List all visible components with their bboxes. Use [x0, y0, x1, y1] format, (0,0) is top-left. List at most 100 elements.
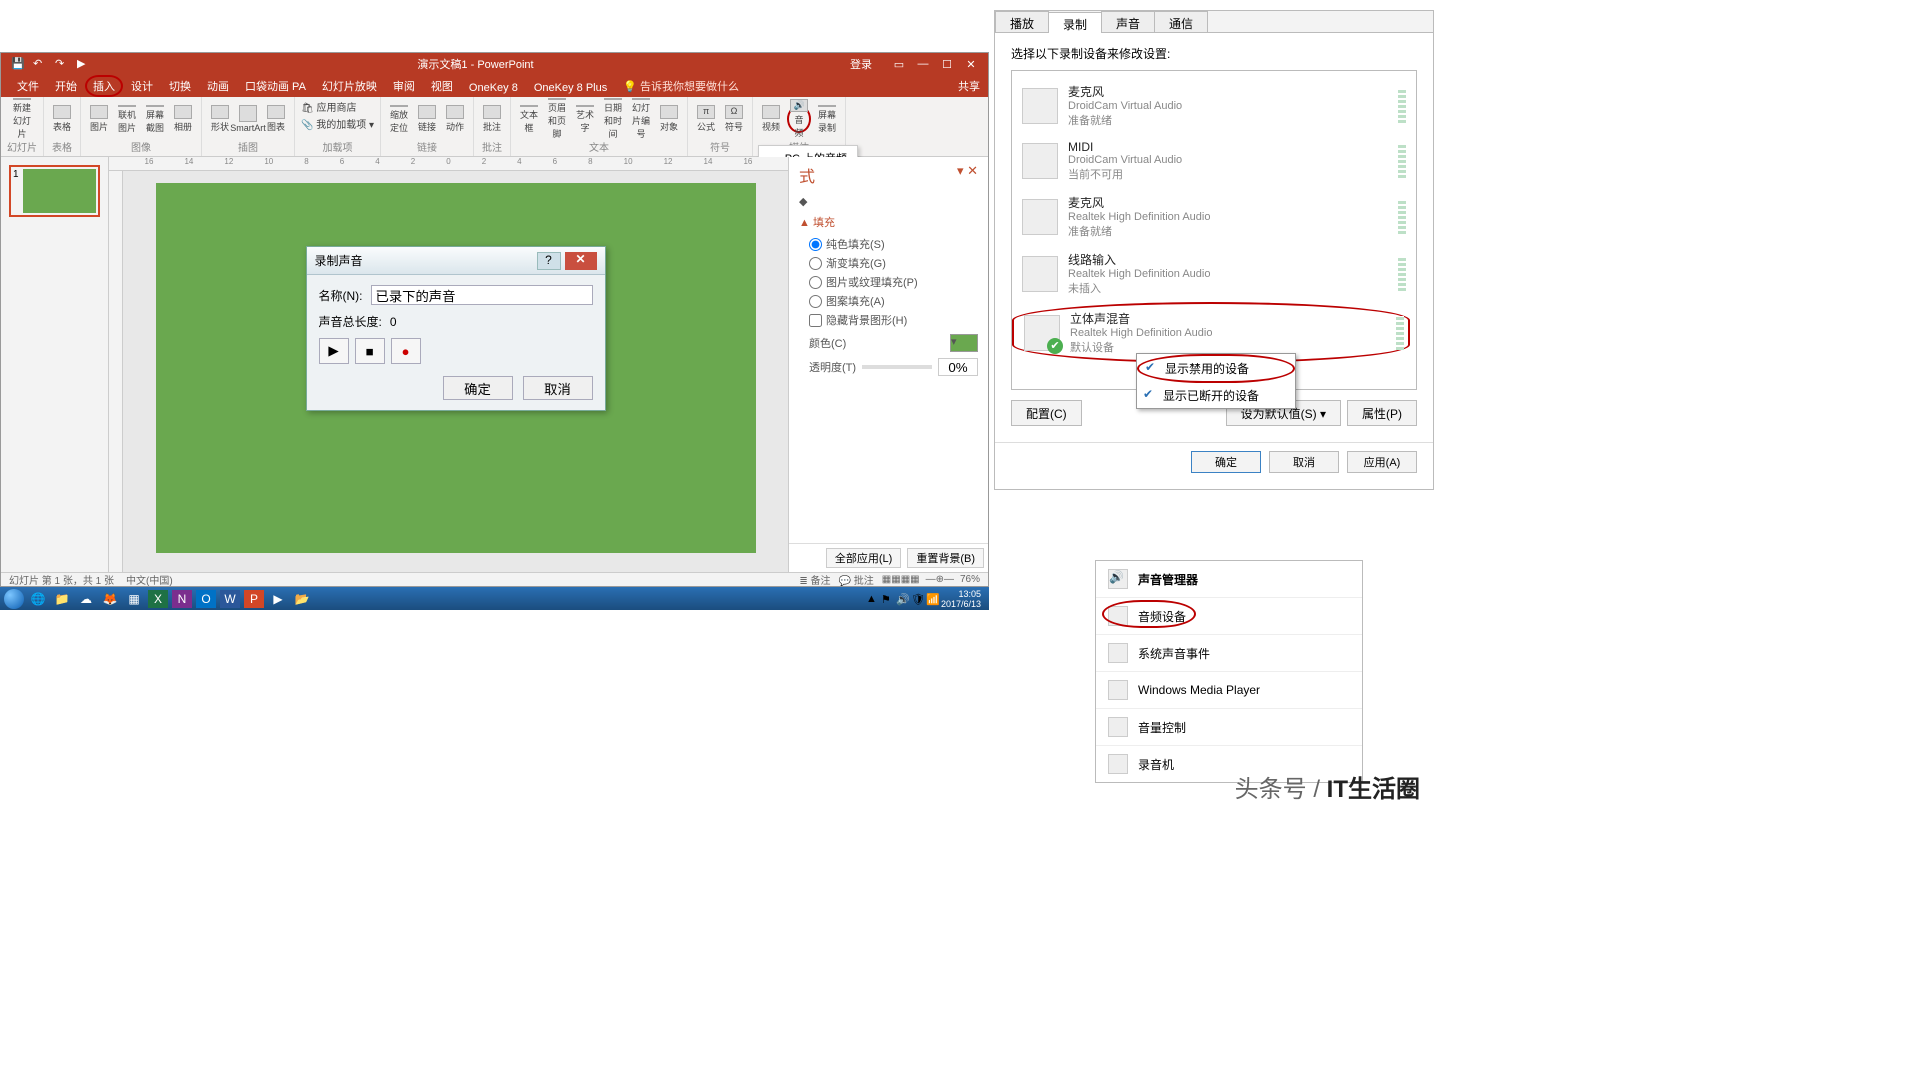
- tray-icon[interactable]: 🛡: [911, 593, 923, 605]
- device-item[interactable]: 麦克风DroidCam Virtual Audio准备就绪: [1018, 77, 1410, 134]
- folder-icon[interactable]: 📂: [292, 590, 312, 608]
- tab-pocket-anim[interactable]: 口袋动画 PA: [237, 75, 314, 97]
- apply-all-button[interactable]: 全部应用(L): [826, 548, 901, 568]
- powerpoint-icon[interactable]: P: [244, 590, 264, 608]
- thumbnail-1[interactable]: 1: [9, 165, 100, 217]
- audio-devices-item[interactable]: 音频设备: [1096, 598, 1362, 635]
- explorer-icon[interactable]: 📁: [52, 590, 72, 608]
- view-slideshow-icon[interactable]: ▦: [910, 574, 919, 585]
- outlook-icon[interactable]: O: [196, 590, 216, 608]
- tab-view[interactable]: 视图: [423, 75, 461, 97]
- tab-transitions[interactable]: 切换: [161, 75, 199, 97]
- close-icon[interactable]: ✕: [565, 252, 597, 270]
- play-button[interactable]: ▶: [319, 338, 349, 364]
- comments-button[interactable]: 💬 批注: [839, 572, 874, 587]
- action-button[interactable]: 动作: [443, 105, 467, 133]
- color-picker[interactable]: ▾: [950, 334, 978, 352]
- transparency-input[interactable]: [938, 358, 978, 376]
- header-footer-button[interactable]: 页眉和页脚: [545, 105, 569, 133]
- tab-onekey8plus[interactable]: OneKey 8 Plus: [526, 79, 615, 97]
- picture-fill-option[interactable]: 图片或纹理填充(P): [809, 274, 978, 290]
- tab-playback[interactable]: 播放: [995, 11, 1049, 32]
- tell-me[interactable]: 💡 告诉我你想要做什么: [615, 75, 747, 97]
- device-item[interactable]: MIDIDroidCam Virtual Audio当前不可用: [1018, 134, 1410, 188]
- excel-icon[interactable]: X: [148, 590, 168, 608]
- album-button[interactable]: 相册: [171, 105, 195, 133]
- view-reading-icon[interactable]: ▦: [901, 574, 910, 585]
- tab-onekey8[interactable]: OneKey 8: [461, 79, 526, 97]
- chart-button[interactable]: 图表: [264, 105, 288, 133]
- comment-button[interactable]: 批注: [480, 105, 504, 133]
- slide-number-button[interactable]: 幻灯片编号: [629, 105, 653, 133]
- slide-1[interactable]: 录制声音 ? ✕ 名称(N): 声音总长度: 0: [156, 183, 756, 553]
- clock[interactable]: 13:052017/6/13: [941, 589, 985, 609]
- table-button[interactable]: 表格: [50, 105, 74, 133]
- show-disconnected-devices[interactable]: 显示已断开的设备: [1137, 383, 1295, 408]
- language[interactable]: 中文(中国): [126, 572, 173, 587]
- word-icon[interactable]: W: [220, 590, 240, 608]
- ok-button[interactable]: 确定: [1191, 451, 1261, 473]
- pane-close-icon[interactable]: ▾ ✕: [957, 163, 978, 187]
- smartart-button[interactable]: SmartArt: [236, 105, 260, 133]
- redo-icon[interactable]: ↷: [55, 57, 69, 71]
- device-item[interactable]: 线路输入Realtek High Definition Audio未插入: [1018, 245, 1410, 302]
- close-icon[interactable]: ✕: [962, 58, 980, 71]
- app2-icon[interactable]: ▶: [268, 590, 288, 608]
- screenshot-button[interactable]: 屏幕截图: [143, 105, 167, 133]
- maximize-icon[interactable]: ☐: [938, 58, 956, 71]
- ie-icon[interactable]: 🌐: [28, 590, 48, 608]
- minimize-icon[interactable]: —: [914, 58, 932, 71]
- tab-review[interactable]: 审阅: [385, 75, 423, 97]
- cloud-icon[interactable]: ☁: [76, 590, 96, 608]
- save-icon[interactable]: 💾: [11, 57, 25, 71]
- view-normal-icon[interactable]: ▦: [882, 574, 891, 585]
- system-sound-events-item[interactable]: 系统声音事件: [1096, 635, 1362, 672]
- pictures-button[interactable]: 图片: [87, 105, 111, 133]
- tab-design[interactable]: 设计: [123, 75, 161, 97]
- wordart-button[interactable]: 艺术字: [573, 105, 597, 133]
- notes-button[interactable]: ≣ 备注: [799, 572, 830, 587]
- ribbon-opts-icon[interactable]: ▭: [890, 58, 908, 71]
- wmp-item[interactable]: Windows Media Player: [1096, 672, 1362, 709]
- video-button[interactable]: 视频: [759, 105, 783, 133]
- object-button[interactable]: 对象: [657, 105, 681, 133]
- audio-button[interactable]: 🔊音频: [787, 105, 811, 133]
- textbox-button[interactable]: 文本框: [517, 105, 541, 133]
- reset-bg-button[interactable]: 重置背景(B): [907, 548, 984, 568]
- zoom-button[interactable]: 缩放定位: [387, 105, 411, 133]
- online-pictures-button[interactable]: 联机图片: [115, 105, 139, 133]
- device-item[interactable]: 麦克风Realtek High Definition Audio准备就绪: [1018, 188, 1410, 245]
- tray-icon[interactable]: ⚑: [881, 593, 893, 605]
- shapes-button[interactable]: 形状: [208, 105, 232, 133]
- solid-fill-option[interactable]: 纯色填充(S): [809, 236, 978, 252]
- tray-icon[interactable]: ▲: [866, 593, 878, 605]
- symbol-button[interactable]: Ω符号: [722, 105, 746, 133]
- app-icon[interactable]: ▦: [124, 590, 144, 608]
- pattern-fill-option[interactable]: 图案填充(A): [809, 293, 978, 309]
- equation-button[interactable]: π公式: [694, 105, 718, 133]
- tab-file[interactable]: 文件: [9, 75, 47, 97]
- screen-recording-button[interactable]: 屏幕录制: [815, 105, 839, 133]
- tab-sounds[interactable]: 声音: [1101, 11, 1155, 32]
- apply-button[interactable]: 应用(A): [1347, 451, 1417, 473]
- firefox-icon[interactable]: 🦊: [100, 590, 120, 608]
- zoom-level[interactable]: 76%: [960, 574, 980, 585]
- tab-recording[interactable]: 录制: [1048, 12, 1102, 33]
- tab-communications[interactable]: 通信: [1154, 11, 1208, 32]
- store-button[interactable]: 🛍 应用商店: [301, 99, 356, 114]
- view-sorter-icon[interactable]: ▦: [891, 574, 900, 585]
- link-button[interactable]: 链接: [415, 105, 439, 133]
- fill-section[interactable]: ▲ 填充: [799, 214, 978, 230]
- tab-slideshow[interactable]: 幻灯片放映: [314, 75, 385, 97]
- record-button[interactable]: ●: [391, 338, 421, 364]
- configure-button[interactable]: 配置(C): [1011, 400, 1082, 426]
- help-icon[interactable]: ?: [537, 252, 561, 270]
- my-addins-button[interactable]: 📎 我的加载项 ▾: [301, 116, 374, 131]
- properties-button[interactable]: 属性(P): [1347, 400, 1417, 426]
- undo-icon[interactable]: ↶: [33, 57, 47, 71]
- start-button[interactable]: [4, 589, 24, 609]
- tab-insert[interactable]: 插入: [85, 75, 123, 97]
- transparency-slider[interactable]: [862, 365, 932, 369]
- show-disabled-devices[interactable]: 显示禁用的设备: [1137, 354, 1295, 383]
- tray-icon[interactable]: 🔊: [896, 593, 908, 605]
